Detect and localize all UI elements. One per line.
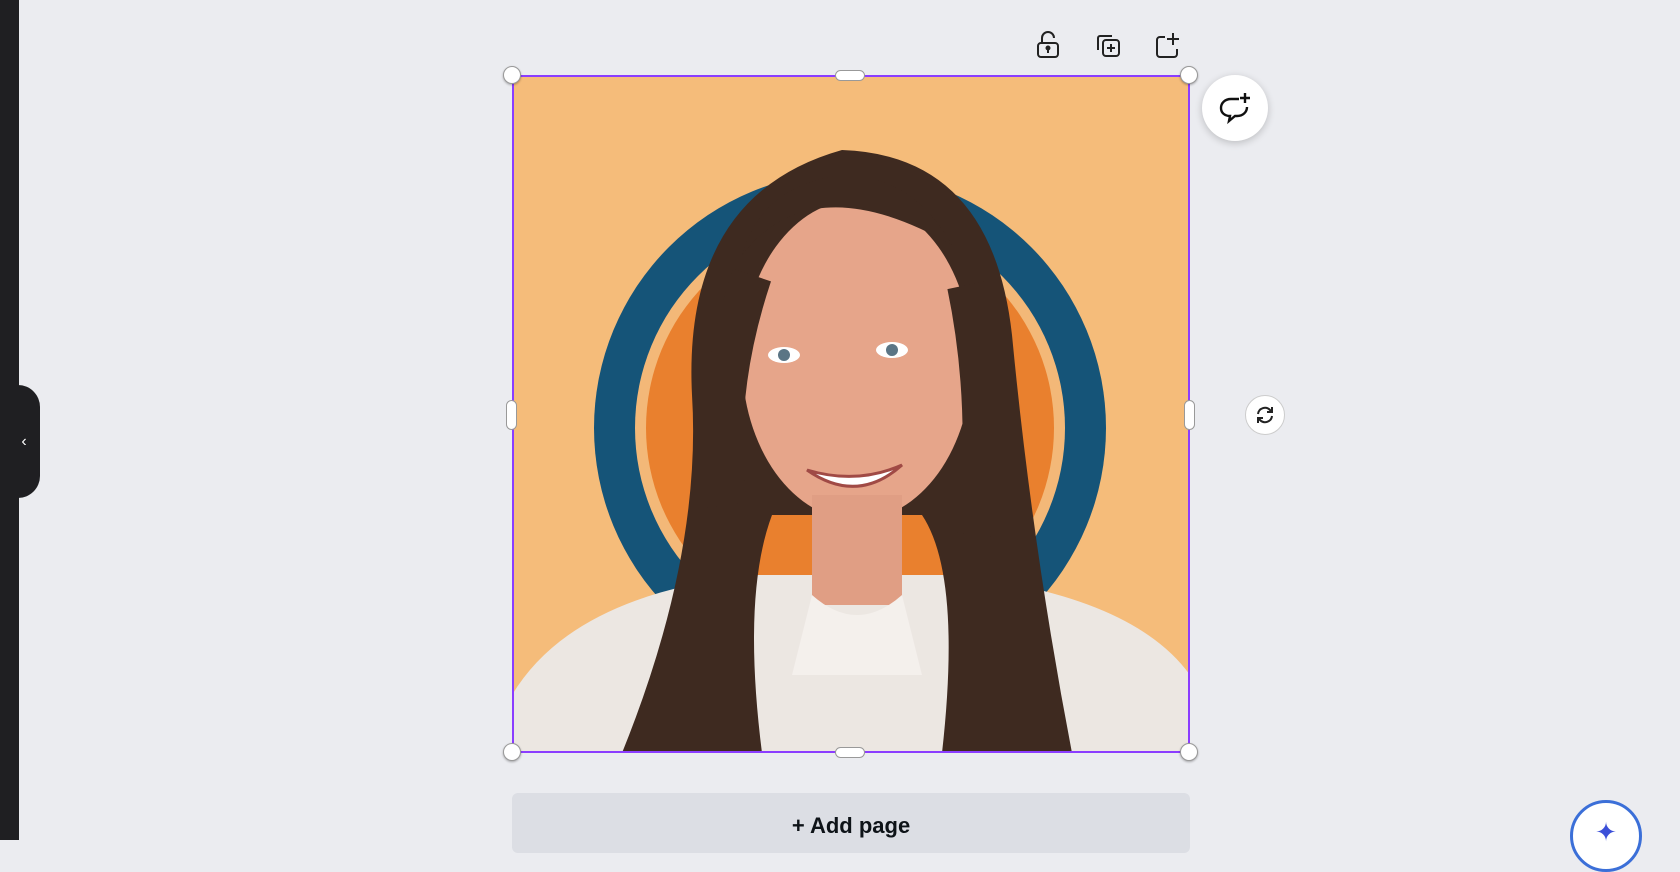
lock-icon[interactable] [1033, 30, 1063, 60]
resize-handle-top-right[interactable] [1180, 66, 1198, 84]
add-page-button[interactable]: + Add page [512, 793, 1190, 853]
magic-assistant-button[interactable]: ✦ [1570, 800, 1642, 872]
add-page-icon[interactable] [1152, 30, 1182, 60]
comment-plus-icon [1219, 93, 1250, 125]
sparkle-icon: ✦ [1595, 817, 1617, 847]
resize-handle-left[interactable] [506, 400, 517, 430]
resize-handle-top[interactable] [835, 70, 865, 81]
chevron-left-icon: ‹ [21, 432, 27, 450]
rotate-icon [1257, 406, 1273, 424]
resize-handle-bottom-left[interactable] [503, 743, 521, 761]
duplicate-icon[interactable] [1093, 30, 1123, 60]
add-page-label: + Add page [791, 813, 911, 838]
rotate-button[interactable] [1245, 395, 1285, 435]
profile-photo [512, 150, 1190, 753]
design-page[interactable] [512, 75, 1190, 753]
resize-handle-bottom-right[interactable] [1180, 743, 1198, 761]
resize-handle-right[interactable] [1184, 400, 1195, 430]
resize-handle-bottom[interactable] [835, 747, 865, 758]
add-comment-button[interactable] [1202, 75, 1268, 141]
resize-handle-top-left[interactable] [503, 66, 521, 84]
collapse-sidebar-button[interactable]: ‹ [0, 385, 40, 498]
